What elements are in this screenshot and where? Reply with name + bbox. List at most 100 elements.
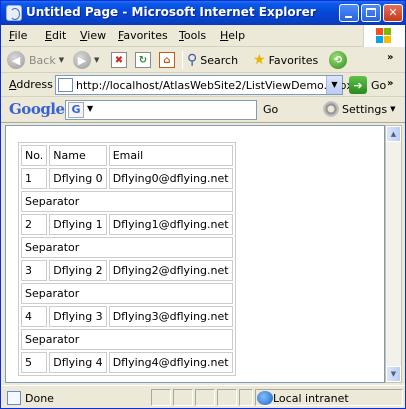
separator-row: Separator: [21, 191, 233, 212]
address-more-chevron-icon[interactable]: »: [387, 78, 393, 89]
row-name: Dflying 3: [49, 306, 107, 327]
table-row: 2 Dflying 1 Dflying1@dflying.net: [21, 214, 233, 235]
address-url[interactable]: http://localhost/AtlasWebSite2/ListViewD…: [76, 79, 353, 92]
menu-edit[interactable]: Edit: [45, 29, 66, 42]
address-dropdown-icon[interactable]: ▼: [326, 76, 342, 94]
search-label: Search: [200, 53, 239, 67]
favorites-label: Favorites: [268, 53, 319, 67]
status-text: Done: [25, 392, 54, 405]
page-content: No. Name Email 1 Dflying 0 Dflying0@dfly…: [5, 125, 385, 383]
home-button[interactable]: ⌂: [159, 51, 175, 69]
close-button[interactable]: ✕: [383, 4, 403, 22]
maximize-button[interactable]: [361, 4, 381, 22]
history-icon: ⟲: [329, 51, 347, 69]
table-row: 5 Dflying 4 Dflying4@dflying.net: [21, 352, 233, 373]
menu-favorites[interactable]: Favorites: [118, 29, 168, 42]
status-bar: Done Local intranet: [1, 385, 405, 408]
menu-file[interactable]: File: [9, 29, 27, 42]
row-email: Dflying2@dflying.net: [108, 260, 233, 281]
header-name: Name: [49, 145, 107, 166]
list-view: No. Name Email 1 Dflying 0 Dflying0@dfly…: [18, 142, 236, 376]
window-title: Untitled Page - Microsoft Internet Explo…: [26, 5, 316, 19]
back-button[interactable]: ◀ Back ▼: [7, 51, 64, 69]
google-toolbar: Google G ▼ Go Settings ▼: [1, 97, 405, 123]
menu-help[interactable]: Help: [220, 29, 245, 42]
stop-icon: ✖: [111, 52, 127, 68]
row-no: 2: [21, 214, 48, 235]
stop-button[interactable]: ✖: [111, 51, 127, 69]
scroll-up-icon[interactable]: ▲: [386, 126, 401, 142]
chevron-down-icon: ▼: [390, 105, 396, 113]
go-arrow-icon: ➔: [349, 76, 367, 94]
toolbar-separator: [182, 51, 183, 69]
header-no: No.: [21, 145, 48, 166]
google-go-button[interactable]: Go: [263, 103, 278, 116]
row-no: 4: [21, 306, 48, 327]
status-pane: [239, 389, 253, 406]
header-email: Email: [108, 145, 233, 166]
table-row: 1 Dflying 0 Dflying0@dflying.net: [21, 168, 233, 189]
home-icon: ⌂: [159, 52, 175, 68]
go-button[interactable]: ➔ Go: [349, 76, 386, 94]
page-icon: [58, 78, 73, 92]
refresh-icon: ↻: [135, 52, 151, 68]
row-name: Dflying 1: [49, 214, 107, 235]
google-logo: Google: [9, 100, 65, 118]
scroll-down-icon[interactable]: ▼: [386, 366, 401, 382]
separator-row: Separator: [21, 329, 233, 350]
forward-button[interactable]: ▶ ▼: [73, 51, 99, 69]
menu-bar: File Edit View Favorites Tools Help: [1, 25, 405, 47]
go-label: Go: [371, 78, 387, 92]
separator-cell: Separator: [21, 283, 233, 304]
refresh-button[interactable]: ↻: [135, 51, 151, 69]
separator-cell: Separator: [21, 237, 233, 258]
address-input[interactable]: http://localhost/AtlasWebSite2/ListViewD…: [55, 75, 353, 95]
google-search-input[interactable]: G ▼: [65, 100, 257, 120]
row-name: Dflying 2: [49, 260, 107, 281]
windows-logo: [363, 25, 405, 47]
page-status-icon: [7, 391, 21, 405]
search-icon: ⚲: [187, 52, 198, 68]
separator-cell: Separator: [21, 191, 233, 212]
status-pane: [195, 389, 215, 406]
globe-icon: [257, 391, 273, 405]
gear-icon: [323, 101, 339, 117]
menu-view[interactable]: View: [80, 29, 106, 42]
toolbar-more-chevron-icon[interactable]: »: [387, 52, 393, 63]
address-label: Address: [9, 78, 53, 91]
row-no: 1: [21, 168, 48, 189]
star-icon: ★: [253, 52, 266, 68]
row-email: Dflying4@dflying.net: [108, 352, 233, 373]
standard-toolbar: ◀ Back ▼ ▶ ▼ ✖ ↻ ⌂ ⚲ Search ★ Favorites …: [1, 47, 405, 73]
status-pane: [217, 389, 237, 406]
separator-row: Separator: [21, 237, 233, 258]
minimize-icon: [345, 16, 352, 18]
table-row: 3 Dflying 2 Dflying2@dflying.net: [21, 260, 233, 281]
maximize-icon: [366, 8, 376, 17]
minimize-button[interactable]: [339, 4, 359, 22]
chevron-down-icon[interactable]: ▼: [94, 56, 99, 64]
table-row: 4 Dflying 3 Dflying3@dflying.net: [21, 306, 233, 327]
forward-arrow-icon: ▶: [73, 51, 91, 69]
chevron-down-icon[interactable]: ▼: [59, 56, 64, 64]
status-pane: [173, 389, 193, 406]
row-name: Dflying 4: [49, 352, 107, 373]
ie-icon: [6, 5, 22, 21]
address-bar: Address http://localhost/AtlasWebSite2/L…: [1, 73, 405, 97]
ie-window: Untitled Page - Microsoft Internet Explo…: [0, 0, 406, 409]
zone-text: Local intranet: [273, 392, 349, 405]
favorites-button[interactable]: ★ Favorites: [253, 51, 318, 69]
row-email: Dflying3@dflying.net: [108, 306, 233, 327]
windows-flag-icon: [376, 28, 392, 44]
row-name: Dflying 0: [49, 168, 107, 189]
title-bar[interactable]: Untitled Page - Microsoft Internet Explo…: [1, 1, 405, 25]
back-label: Back: [29, 53, 56, 67]
search-button[interactable]: ⚲ Search: [187, 51, 238, 69]
menu-tools[interactable]: Tools: [179, 29, 206, 42]
vertical-scrollbar[interactable]: ▲ ▼: [385, 125, 402, 383]
row-no: 5: [21, 352, 48, 373]
history-button[interactable]: ⟲: [329, 51, 347, 69]
google-settings-button[interactable]: Settings ▼: [323, 101, 396, 117]
chevron-down-icon[interactable]: ▼: [87, 104, 93, 113]
separator-row: Separator: [21, 283, 233, 304]
